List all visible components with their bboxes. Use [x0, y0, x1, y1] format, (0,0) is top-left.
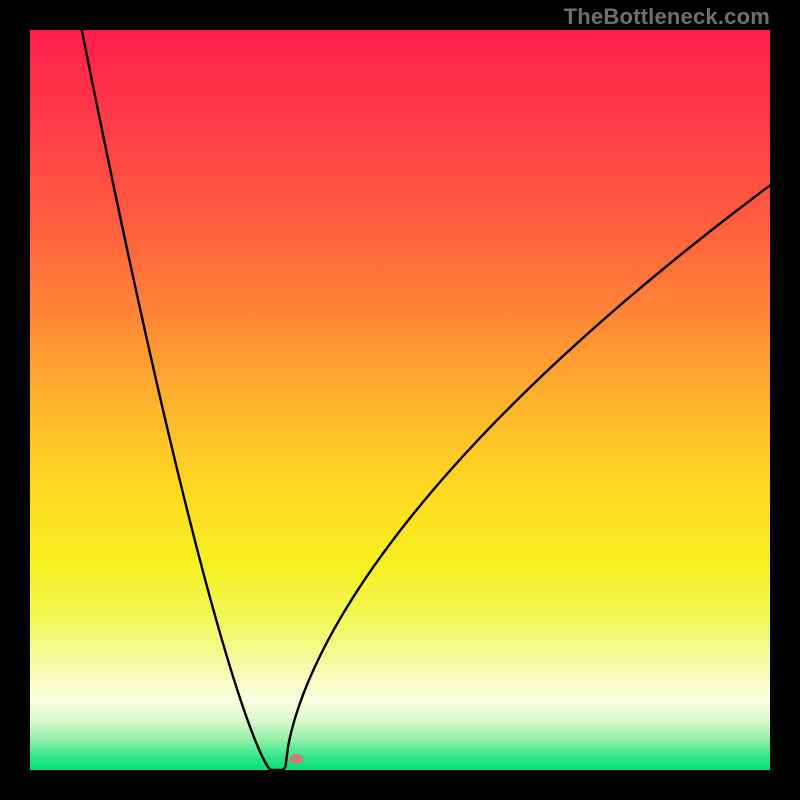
chart-frame: TheBottleneck.com — [0, 0, 800, 800]
plot-area — [30, 30, 770, 770]
watermark-label: TheBottleneck.com — [564, 4, 770, 30]
gradient-background — [30, 30, 770, 770]
optimum-marker — [289, 754, 303, 764]
chart-svg — [30, 30, 770, 770]
